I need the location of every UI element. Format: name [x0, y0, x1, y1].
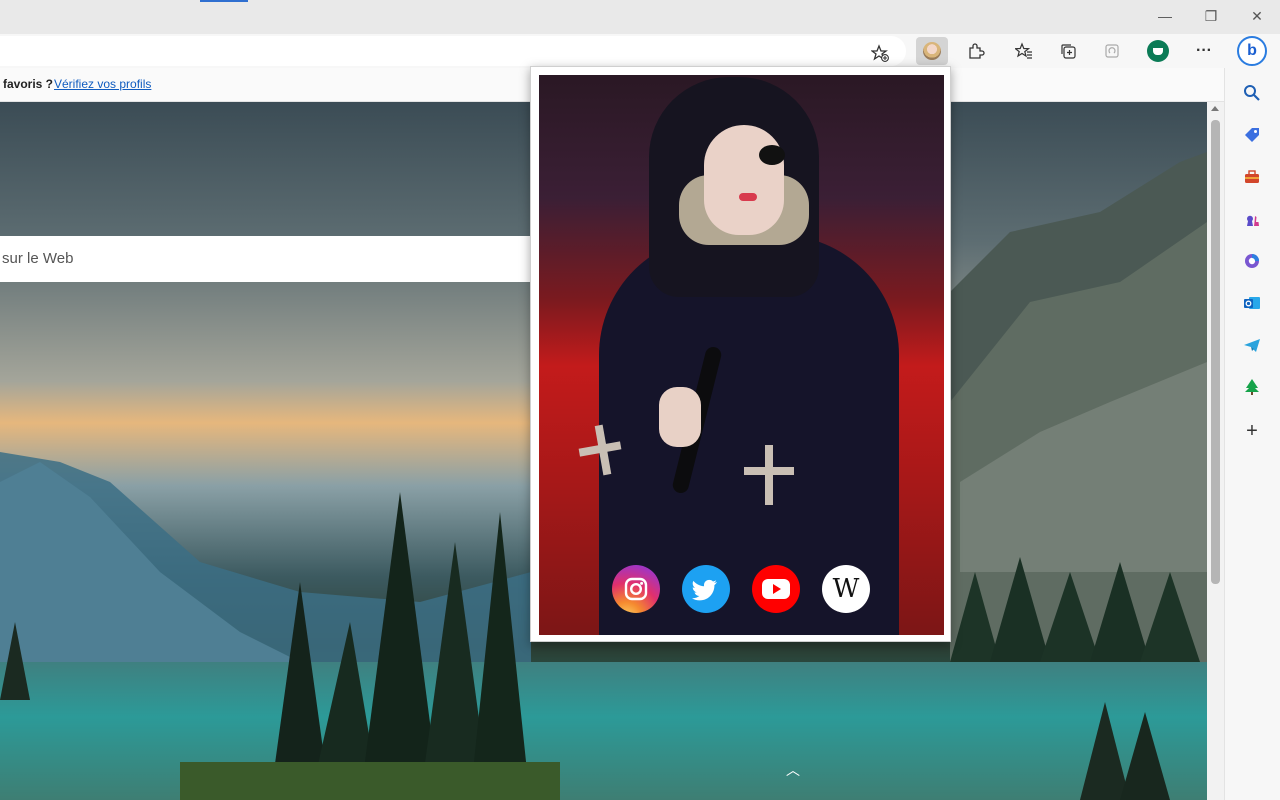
extensions-icon[interactable] — [962, 37, 990, 65]
tree-icon[interactable] — [1239, 374, 1265, 400]
close-icon: ✕ — [1251, 7, 1263, 24]
collections-icon[interactable] — [1054, 37, 1082, 65]
more-icon[interactable]: ··· — [1190, 37, 1218, 65]
active-tab-indicator[interactable] — [200, 0, 248, 2]
shopping-tag-icon[interactable] — [1239, 122, 1265, 148]
social-links: W — [612, 565, 870, 613]
coffee-cup-icon[interactable] — [1144, 37, 1172, 65]
restore-button[interactable]: ❐ — [1188, 0, 1234, 32]
more-label: ··· — [1196, 42, 1212, 59]
check-profiles-link[interactable]: Vérifiez vos profils — [54, 77, 151, 91]
edge-sidebar: + — [1224, 68, 1280, 800]
add-label: + — [1246, 419, 1258, 442]
restore-icon: ❐ — [1204, 7, 1218, 24]
extension-avatar-icon[interactable] — [916, 37, 948, 65]
tools-icon[interactable] — [1239, 164, 1265, 190]
youtube-icon[interactable] — [752, 565, 800, 613]
favorites-icon[interactable] — [1010, 37, 1038, 65]
scroll-up-arrow-icon[interactable] — [1211, 106, 1219, 111]
chevron-up-icon[interactable]: ︿ — [786, 760, 800, 780]
close-button[interactable]: ✕ — [1234, 0, 1280, 32]
web-search-box[interactable]: sur le Web — [0, 236, 531, 282]
artist-photo: W — [539, 75, 944, 635]
games-icon[interactable] — [1239, 206, 1265, 232]
favorites-question: favoris ? — [3, 77, 54, 91]
instagram-icon[interactable] — [612, 565, 660, 613]
wikipedia-label: W — [832, 574, 860, 604]
extension-popup: W — [530, 66, 951, 642]
bing-icon[interactable]: b — [1236, 35, 1268, 67]
browser-essentials-icon[interactable] — [1098, 37, 1126, 65]
page-scrollbar[interactable] — [1207, 102, 1224, 800]
bing-label: b — [1247, 42, 1257, 59]
search-icon[interactable] — [1239, 80, 1265, 106]
office-icon[interactable] — [1239, 248, 1265, 274]
twitter-icon[interactable] — [682, 565, 730, 613]
minimize-icon: — — [1158, 8, 1172, 24]
scroll-thumb[interactable] — [1211, 120, 1220, 584]
minimize-button[interactable]: — — [1142, 0, 1188, 32]
outlook-icon[interactable] — [1239, 290, 1265, 316]
search-placeholder: sur le Web — [2, 250, 74, 267]
add-icon[interactable]: + — [1239, 418, 1265, 444]
address-bar[interactable] — [0, 36, 906, 66]
browser-toolbar: ··· b — [0, 34, 1280, 68]
title-bar: — ❐ ✕ — [0, 0, 1280, 34]
telegram-icon[interactable] — [1239, 332, 1265, 358]
wikipedia-icon[interactable]: W — [822, 565, 870, 613]
add-favorite-icon[interactable] — [866, 39, 894, 67]
